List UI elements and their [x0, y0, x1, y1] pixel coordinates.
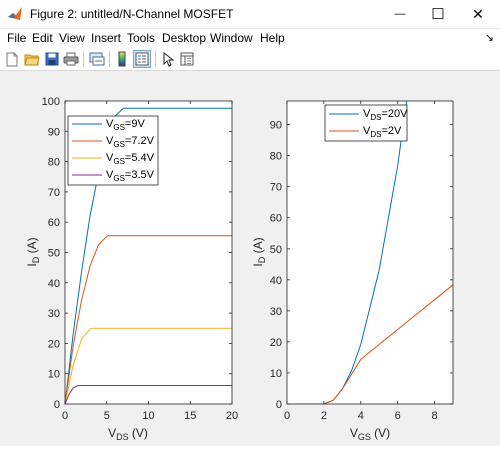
property-inspector-icon[interactable]	[178, 50, 196, 68]
toolbar-separator	[109, 51, 110, 67]
title-bar: Figure 2: untitled/N-Channel MOSFET — ☐ …	[0, 0, 500, 29]
menu-edit[interactable]: Edit	[32, 31, 53, 45]
axes-right-xlabel: VGS (V)	[350, 426, 390, 442]
print-icon[interactable]	[62, 50, 80, 68]
menu-bar: File Edit View Insert Tools Desktop Wind…	[0, 29, 500, 47]
right-xtick-label: 8	[431, 410, 437, 422]
menu-file[interactable]: File	[7, 31, 26, 45]
right-ytick-label: 30	[270, 306, 282, 318]
left-xtick-label: 10	[142, 410, 154, 422]
right-ytick-label: 10	[270, 368, 282, 380]
axes-right-ylabel: ID (A)	[251, 237, 267, 266]
menu-window[interactable]: Window	[210, 31, 253, 45]
edit-plot-icon[interactable]	[159, 50, 177, 68]
right-ytick-label: 80	[270, 151, 282, 163]
left-ytick-label: 50	[48, 248, 60, 260]
axes-right: 0 2 4 6 80102030405060708090 VDS=20V VDS=2V …	[251, 100, 454, 442]
menu-insert[interactable]: Insert	[91, 31, 121, 45]
legend-label-vgs-5v4: VGS=5.4V	[106, 152, 155, 166]
maximize-button[interactable]: ☐	[418, 0, 458, 28]
legend-label-vgs-3v5: VGS=3.5V	[106, 169, 155, 183]
left-ytick-label: 40	[48, 278, 60, 290]
right-xtick-label: 4	[358, 410, 364, 422]
right-ytick-label: 0	[276, 399, 282, 411]
left-ytick-label: 0	[54, 399, 60, 411]
close-icon: ✕	[472, 5, 484, 22]
right-ytick-label: 40	[270, 275, 282, 287]
left-ytick-label: 30	[48, 308, 60, 320]
close-button[interactable]: ✕	[458, 0, 498, 28]
toolbar-separator	[83, 51, 84, 67]
new-figure-icon[interactable]	[3, 50, 21, 68]
dock-arrow-icon[interactable]: ↘	[485, 31, 494, 44]
figure-plots: 0 5 10 15 200102030405060708090100 VGS=9V VG…	[25, 96, 454, 442]
window-title: Figure 2: untitled/N-Channel MOSFET	[30, 7, 234, 21]
axes-left-xlabel: VDS (V)	[108, 426, 148, 442]
left-ytick-label: 100	[42, 96, 60, 108]
left-ytick-label: 60	[48, 217, 60, 229]
right-ytick-label: 90	[270, 120, 282, 132]
toolbar	[0, 47, 500, 71]
save-icon[interactable]	[43, 50, 61, 68]
axes-left-ylabel: ID (A)	[25, 237, 41, 266]
right-xtick-label: 0	[284, 410, 290, 422]
matlab-logo-icon	[8, 7, 22, 20]
axes-left: 0 5 10 15 20 0 10 20 30 40 50 60 70 80 90 100 VGS=9V VG…	[25, 96, 238, 442]
legend-label-vds-20v: VDS=20V	[363, 108, 408, 122]
left-ytick-label: 20	[48, 338, 60, 350]
maximize-icon: ☐	[431, 6, 445, 23]
toolbar-separator	[155, 51, 156, 67]
left-xtick-label: 5	[104, 410, 110, 422]
left-ytick-label: 80	[48, 157, 60, 169]
menu-help[interactable]: Help	[260, 31, 285, 45]
legend-label-vgs-7v2: VGS=7.2V	[106, 135, 155, 149]
axes-right-background	[287, 101, 453, 404]
figure-canvas: 0 5 10 15 20 0 10 20 30 40 50 60 70 80 90 100 VGS=9V VG…	[0, 71, 500, 446]
legend-right: VDS=20V VDS=2V	[324, 104, 408, 142]
left-ytick-label: 70	[48, 187, 60, 199]
left-ytick-label: 10	[48, 369, 60, 381]
right-ytick-label: 50	[270, 244, 282, 256]
minimize-button[interactable]: —	[380, 0, 420, 28]
right-ytick-label: 20	[270, 337, 282, 349]
insert-legend-icon[interactable]	[133, 50, 151, 68]
menu-tools[interactable]: Tools	[127, 31, 155, 45]
legend-left: VGS=9V VGS=7.2V VGS=5.4V VGS=3.5V	[67, 115, 159, 186]
menu-desktop[interactable]: Desktop	[162, 31, 206, 45]
left-xtick-label: 20	[226, 410, 238, 422]
right-xtick-label: 6	[395, 410, 401, 422]
right-xtick-label: 2	[321, 410, 327, 422]
link-icon[interactable]	[88, 50, 106, 68]
legend-label-vgs-9v: VGS=9V	[106, 118, 145, 132]
insert-colorbar-icon[interactable]	[113, 50, 131, 68]
left-ytick-label: 90	[48, 126, 60, 138]
left-xtick-label: 0	[62, 410, 68, 422]
legend-label-vds-2v: VDS=2V	[363, 125, 402, 139]
menu-view[interactable]: View	[59, 31, 85, 45]
right-ytick-label: 60	[270, 213, 282, 225]
left-xtick-label: 15	[184, 410, 196, 422]
right-ytick-label: 70	[270, 182, 282, 194]
minimize-icon: —	[394, 8, 406, 20]
open-file-icon[interactable]	[23, 50, 41, 68]
